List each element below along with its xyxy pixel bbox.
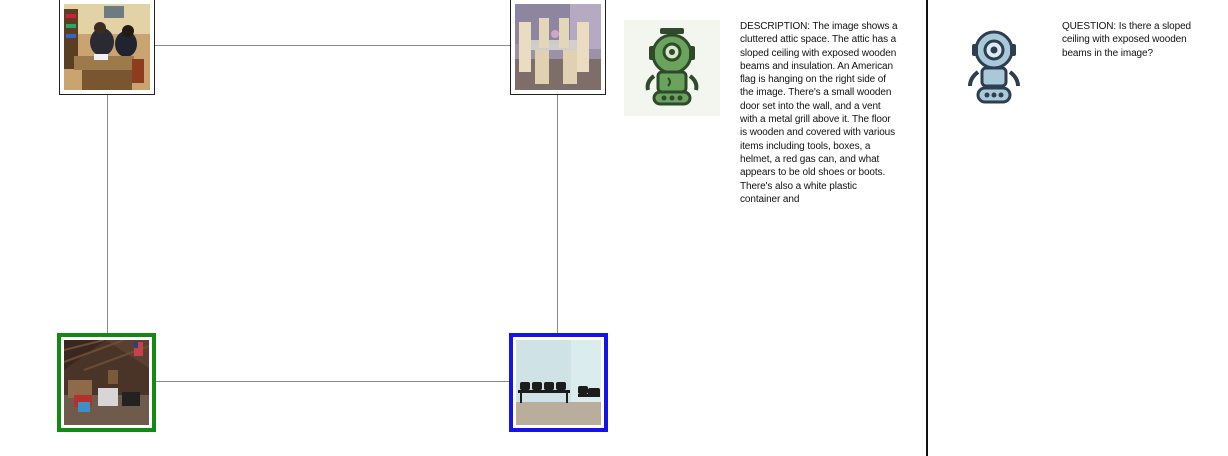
waiting-room-thumbnail bbox=[516, 340, 601, 425]
attic-thumbnail bbox=[64, 340, 149, 425]
describer-agent bbox=[624, 20, 720, 116]
edge-bottom bbox=[155, 381, 509, 382]
green-robot-icon bbox=[624, 20, 720, 116]
description-text: DESCRIPTION: The image shows a cluttered… bbox=[740, 21, 898, 205]
navigation-graph bbox=[0, 0, 1228, 456]
questioner-agent bbox=[958, 26, 1030, 110]
node-bottom-right-image[interactable] bbox=[509, 333, 608, 432]
question-text: QUESTION: Is there a sloped ceiling with… bbox=[1062, 21, 1192, 59]
edge-right bbox=[557, 95, 558, 333]
office-scene-thumbnail bbox=[64, 4, 150, 90]
node-top-left-image[interactable] bbox=[59, 0, 155, 95]
dining-room-thumbnail bbox=[515, 4, 601, 90]
panel-divider bbox=[926, 0, 928, 456]
node-top-right-image[interactable] bbox=[510, 0, 606, 95]
blue-robot-icon bbox=[968, 30, 1020, 104]
node-bottom-left-image[interactable] bbox=[57, 333, 156, 432]
edge-left bbox=[107, 95, 108, 333]
edge-top bbox=[155, 45, 511, 46]
